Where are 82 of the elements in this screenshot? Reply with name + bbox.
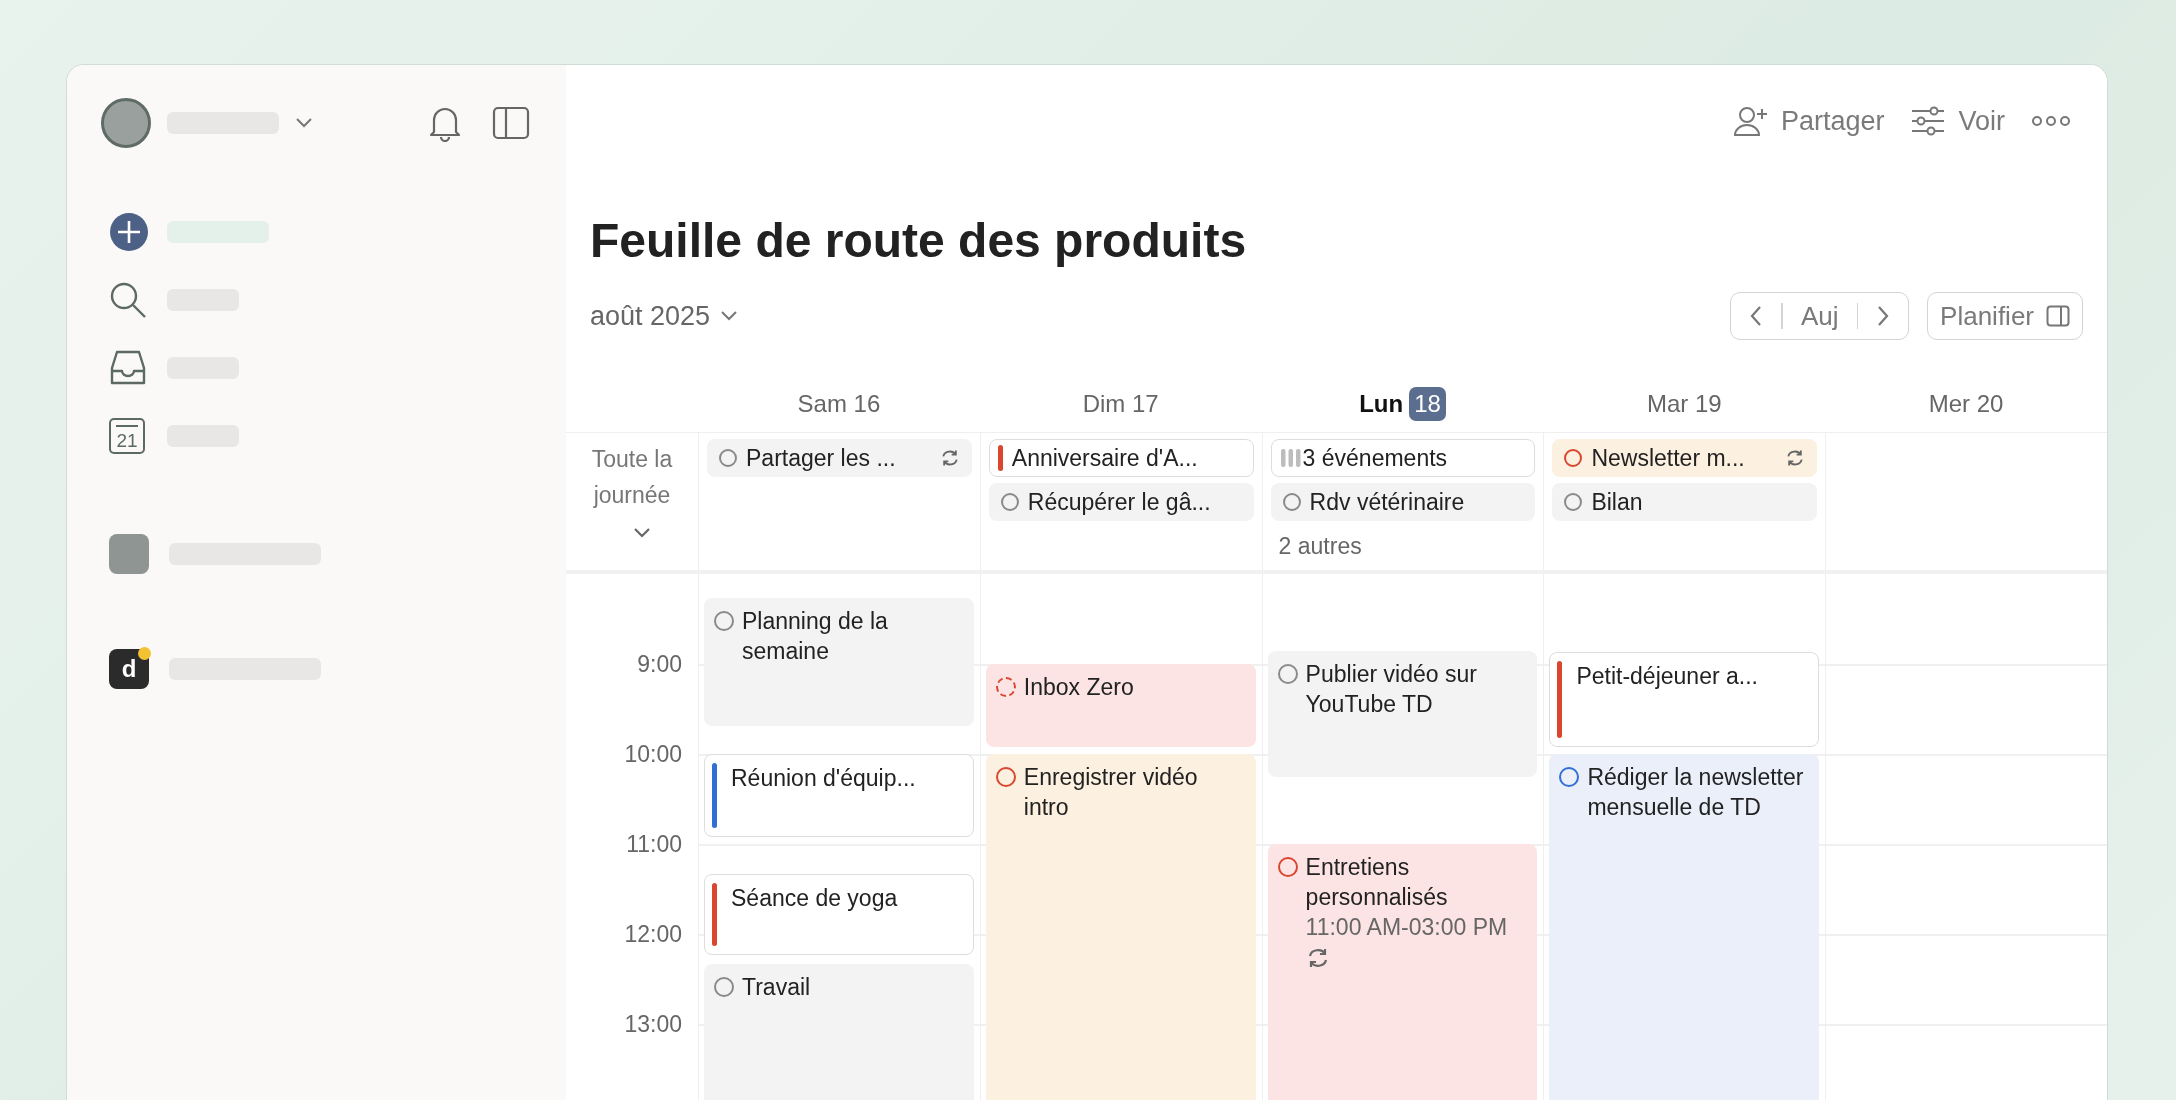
all-day-event[interactable]: Newsletter m...	[1552, 439, 1818, 477]
hour-label: 13:00	[624, 1010, 682, 1038]
status-circle-icon[interactable]	[995, 677, 1016, 697]
event-title: Anniversaire d'A...	[1011, 444, 1199, 472]
status-circle-icon[interactable]	[1277, 857, 1298, 877]
day-header[interactable]: Lun 18	[1359, 386, 1446, 421]
calendar-event[interactable]: Planning de la semaine	[704, 598, 974, 726]
page-title: Feuille de route des produits	[590, 213, 1248, 269]
calendar-icon[interactable]: 21	[109, 418, 145, 454]
hour-label: 10:00	[624, 740, 682, 768]
all-day-event[interactable]: Rdv vétérinaire	[1270, 483, 1536, 521]
chevron-down-icon[interactable]	[295, 117, 313, 129]
all-day-event[interactable]: Anniversaire d'A...	[988, 439, 1254, 477]
add-icon[interactable]	[109, 212, 149, 252]
event-title: Récupérer le gâ...	[1027, 488, 1212, 516]
chevron-down-icon[interactable]	[720, 310, 739, 322]
day-header[interactable]: Dim 17	[1082, 389, 1159, 418]
plan-button[interactable]: Planifier	[1927, 292, 2083, 340]
side-panel-icon	[2046, 305, 2070, 327]
workspace-logo[interactable]: d	[109, 649, 149, 689]
status-circle-icon[interactable]	[1277, 663, 1298, 684]
event-title: Publier vidéo sur YouTube TD	[1305, 659, 1478, 719]
calendar-event[interactable]: Enregistrer vidéo intro	[985, 754, 1256, 1100]
avatar[interactable]	[101, 98, 151, 148]
event-title: Rdv vétérinaire	[1309, 488, 1466, 516]
all-day-event[interactable]: Bilan	[1552, 483, 1818, 521]
event-title: 3 événements	[1302, 444, 1449, 472]
search-icon[interactable]	[109, 281, 147, 319]
event-title: Travail	[742, 972, 812, 1002]
share-button[interactable]: Partager	[1732, 105, 1885, 137]
all-day-label: Toute la journée	[590, 445, 674, 510]
event-title: Newsletter m...	[1591, 444, 1746, 472]
all-day-event[interactable]: Récupérer le gâ...	[988, 483, 1254, 521]
calendar-event[interactable]: Réunion d'équip...	[704, 754, 974, 838]
event-title: Entretiens personnalisés	[1305, 853, 1449, 912]
calendar-event[interactable]: Travail	[704, 963, 974, 1100]
event-title: Réunion d'équip...	[731, 764, 917, 793]
view-button[interactable]: Voir	[1910, 105, 2005, 137]
event-title: Planning de la semaine	[742, 607, 889, 667]
status-circle-icon[interactable]	[1282, 493, 1301, 511]
sliders-icon[interactable]	[1910, 106, 1947, 136]
status-circle-icon[interactable]	[714, 611, 734, 632]
calendar-event[interactable]: Séance de yoga	[704, 873, 974, 956]
hour-label: 9:00	[637, 650, 682, 678]
expand-icon[interactable]	[633, 527, 651, 539]
day-header[interactable]: Mar 19	[1646, 389, 1722, 418]
inbox-icon[interactable]	[109, 349, 147, 387]
all-day-event[interactable]: Partager les ...	[707, 439, 972, 477]
photo-placeholder[interactable]	[109, 534, 149, 574]
status-circle-icon[interactable]	[719, 449, 737, 467]
month-selector[interactable]: août 2025	[590, 300, 739, 332]
calendar-event[interactable]: Inbox Zero	[985, 664, 1256, 748]
calendar-event[interactable]: Petit-déjeuner a...	[1549, 652, 1820, 748]
more-icon[interactable]	[2031, 115, 2071, 127]
hour-label: 12:00	[624, 920, 682, 948]
event-time: 11:00 AM-03:00 PM	[1305, 913, 1509, 942]
chevron-left-icon	[1749, 305, 1764, 327]
event-title: Inbox Zero	[1023, 673, 1135, 702]
event-title: Partager les ...	[746, 444, 897, 472]
event-title: Bilan	[1591, 488, 1644, 516]
more-events-link[interactable]: 2 autres	[1270, 527, 1370, 560]
sidebar-toggle-icon[interactable]	[492, 106, 530, 140]
event-title: Petit-déjeuner a...	[1576, 662, 1759, 692]
event-group[interactable]: 3 événements	[1270, 439, 1536, 477]
status-circle-icon[interactable]	[714, 976, 734, 997]
day-header[interactable]: Sam 16	[797, 389, 881, 418]
status-circle-icon[interactable]	[1559, 767, 1580, 787]
add-person-icon[interactable]	[1732, 105, 1769, 137]
calendar-event[interactable]: Rédiger la newsletter mensuelle de TD	[1549, 754, 1820, 1100]
event-title: Séance de yoga	[731, 883, 899, 913]
status-circle-icon[interactable]	[1564, 449, 1583, 467]
chevron-right-icon	[1876, 305, 1891, 327]
status-circle-icon[interactable]	[995, 767, 1016, 787]
day-header[interactable]: Mer 20	[1928, 389, 2004, 418]
event-title: Enregistrer vidéo intro	[1023, 763, 1199, 822]
event-title: Rédiger la newsletter mensuelle de TD	[1587, 763, 1805, 822]
calendar-event[interactable]: Publier vidéo sur YouTube TD	[1267, 650, 1538, 777]
today-button[interactable]: Auj	[1783, 293, 1857, 339]
status-circle-icon[interactable]	[1000, 493, 1019, 511]
hour-label: 11:00	[626, 830, 682, 858]
calendar-event[interactable]: Entretiens personnalisés 11:00 AM-03:00 PM	[1267, 844, 1538, 1100]
status-circle-icon[interactable]	[1564, 493, 1583, 511]
